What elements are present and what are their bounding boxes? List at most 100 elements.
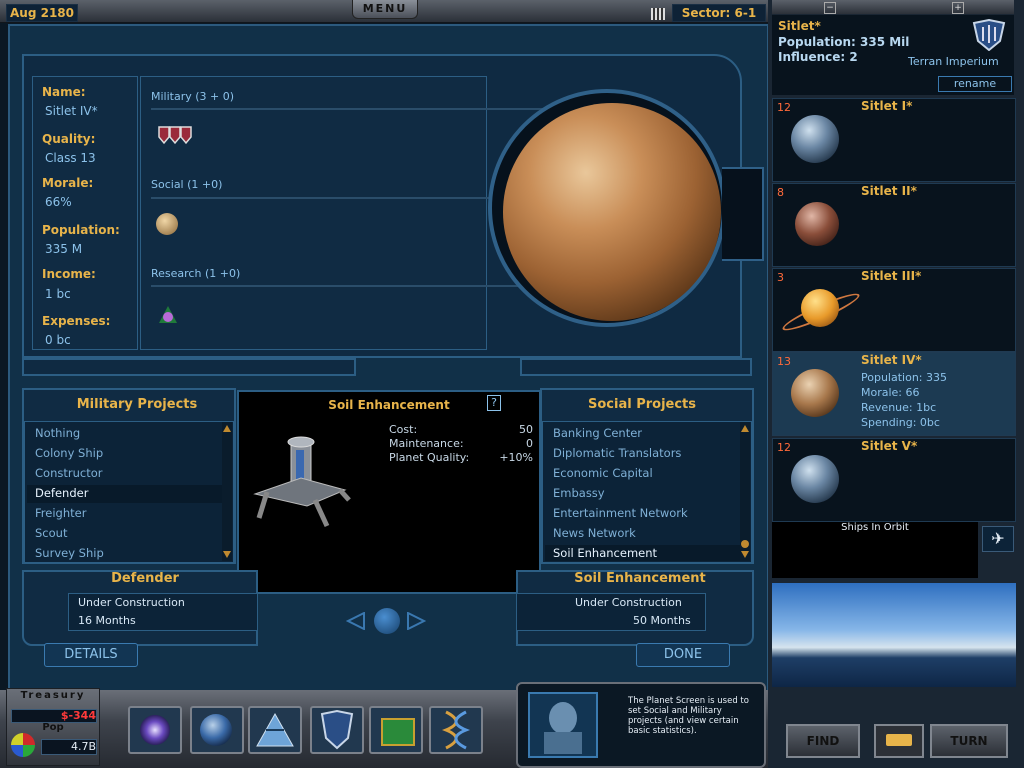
planet-stats: Name: Sitlet IV* Quality: Class 13 Moral…	[32, 76, 138, 350]
military-project-item[interactable]: Scout	[35, 526, 67, 540]
scroll-down-icon[interactable]	[741, 551, 749, 558]
planet-quality-number: 8	[777, 186, 784, 199]
planet-name: Sitlet IV*	[861, 353, 922, 367]
social-status-line1: Under Construction	[575, 596, 682, 609]
galaxy-icon[interactable]	[128, 706, 182, 754]
research-category-label: Research (1 +0)	[151, 267, 241, 280]
planet-population: Population: 335	[861, 371, 947, 384]
turn-button[interactable]: TURN	[930, 724, 1008, 758]
income-label: Income:	[42, 267, 96, 281]
planet-globe-icon[interactable]	[190, 706, 244, 754]
ships-in-orbit-panel: Ships In Orbit	[772, 522, 978, 578]
center-indicator-button[interactable]	[874, 724, 924, 758]
military-project-item[interactable]: Freighter	[35, 506, 86, 520]
faction-emblem-icon	[972, 18, 1006, 55]
cost-label: Cost:	[389, 423, 418, 436]
project-detail-panel: Soil Enhancement ? Cost: 50 Maintenance:…	[237, 390, 541, 594]
planet-expenses-value: 0 bc	[45, 333, 71, 347]
dna-icon[interactable]	[429, 706, 483, 754]
quality-label: Quality:	[42, 132, 96, 146]
planet-frame-connector	[722, 167, 764, 261]
treasury-value: $-344	[11, 709, 97, 723]
social-list-scrollbar[interactable]	[740, 422, 750, 561]
name-label: Name:	[42, 85, 86, 99]
maintenance-label: Maintenance:	[389, 437, 464, 450]
maintenance-value: 0	[526, 437, 533, 450]
minus-icon[interactable]: −	[824, 2, 836, 14]
military-project-item[interactable]: Nothing	[35, 426, 80, 440]
planet-row-sitlet-i[interactable]: 12 Sitlet I*	[772, 98, 1016, 182]
military-projects-list: Nothing Colony Ship Constructor Defender…	[24, 421, 234, 563]
menu-button[interactable]: MENU	[352, 0, 418, 19]
rename-button[interactable]: rename	[938, 76, 1012, 92]
planet-row-sitlet-iii[interactable]: 3 Sitlet III*	[772, 268, 1016, 352]
treasury-panel: Treasury $-344 Pop 4.7B	[6, 688, 100, 766]
social-projects-list: Banking Center Diplomatic Translators Ec…	[542, 421, 752, 563]
advisor-portrait-icon	[528, 692, 598, 758]
treasury-label: Treasury	[20, 690, 86, 701]
planet-income-value: 1 bc	[45, 287, 71, 301]
social-project-item[interactable]: Entertainment Network	[553, 506, 688, 520]
circuit-board-icon[interactable]	[369, 706, 423, 754]
planet-surface-image	[772, 583, 1016, 687]
social-project-icon[interactable]	[156, 213, 178, 235]
social-project-item-selected[interactable]: Soil Enhancement	[553, 546, 657, 560]
planet-spending: Spending: 0bc	[861, 416, 940, 429]
military-project-item[interactable]: Constructor	[35, 466, 102, 480]
social-project-item[interactable]: News Network	[553, 526, 636, 540]
planet-thumbnail	[795, 202, 839, 246]
social-projects-title: Social Projects	[587, 397, 696, 412]
help-button[interactable]: ?	[487, 395, 501, 411]
military-project-item[interactable]: Colony Ship	[35, 446, 103, 460]
center-nav-button[interactable]	[374, 608, 400, 634]
details-button[interactable]: DETAILS	[44, 643, 138, 667]
previous-arrow-icon[interactable]	[345, 611, 366, 634]
planet-thumbnail	[791, 455, 839, 503]
planet-morale: Morale: 66	[861, 386, 920, 399]
shield-icon[interactable]	[310, 706, 364, 754]
scroll-thumb[interactable]	[741, 540, 749, 548]
planet-quality-number: 12	[777, 441, 791, 454]
population-label: Population:	[42, 223, 120, 237]
scroll-up-icon[interactable]	[741, 425, 749, 432]
done-button[interactable]: DONE	[636, 643, 730, 667]
advisor-help-text: The Planet Screen is used to set Social …	[628, 696, 749, 736]
planet-population-value: 335 M	[45, 242, 83, 256]
scroll-up-icon[interactable]	[223, 425, 231, 432]
planet-quality-number: 13	[777, 355, 791, 368]
pyramid-icon[interactable]	[248, 706, 302, 754]
planet-row-sitlet-iv-selected[interactable]: 13 Sitlet IV* Population: 335 Morale: 66…	[772, 352, 1016, 436]
planet-thumbnail	[801, 289, 839, 327]
planet-row-sitlet-v[interactable]: 12 Sitlet V*	[772, 438, 1016, 522]
grid-icon[interactable]	[651, 8, 665, 20]
military-list-scrollbar[interactable]	[222, 422, 232, 561]
military-status-box: Under Construction 16 Months	[68, 593, 258, 631]
planet-quality-value: +10%	[499, 451, 533, 464]
planet-row-sitlet-ii[interactable]: 8 Sitlet II*	[772, 183, 1016, 267]
military-project-item-selected[interactable]: Defender	[35, 486, 88, 500]
research-divider	[151, 285, 551, 287]
sector-display: Sector: 6-1	[672, 4, 766, 22]
expenses-label: Expenses:	[42, 314, 111, 328]
next-arrow-icon[interactable]	[406, 611, 427, 634]
military-project-item[interactable]: Survey Ship	[35, 546, 104, 560]
ship-icon[interactable]: ✈	[982, 526, 1014, 552]
military-category-label: Military (3 + 0)	[151, 90, 235, 103]
planet-quality-number: 12	[777, 101, 791, 114]
social-project-item[interactable]: Diplomatic Translators	[553, 446, 681, 460]
research-project-icon[interactable]	[157, 305, 179, 329]
military-shields-icon[interactable]	[157, 125, 197, 151]
planet-name: Sitlet II*	[861, 184, 917, 198]
planet-quality-label: Planet Quality:	[389, 451, 470, 464]
planet-name-value: Sitlet IV*	[45, 104, 98, 118]
social-project-item[interactable]: Banking Center	[553, 426, 642, 440]
planet-name: Sitlet V*	[861, 439, 918, 453]
military-status-line1: Under Construction	[78, 596, 185, 609]
planet-image	[503, 103, 721, 321]
social-project-item[interactable]: Embassy	[553, 486, 605, 500]
find-button[interactable]: FIND	[786, 724, 860, 758]
scroll-down-icon[interactable]	[223, 551, 231, 558]
plus-icon[interactable]: +	[952, 2, 964, 14]
social-project-item[interactable]: Economic Capital	[553, 466, 653, 480]
system-influence: Influence: 2	[778, 50, 858, 64]
